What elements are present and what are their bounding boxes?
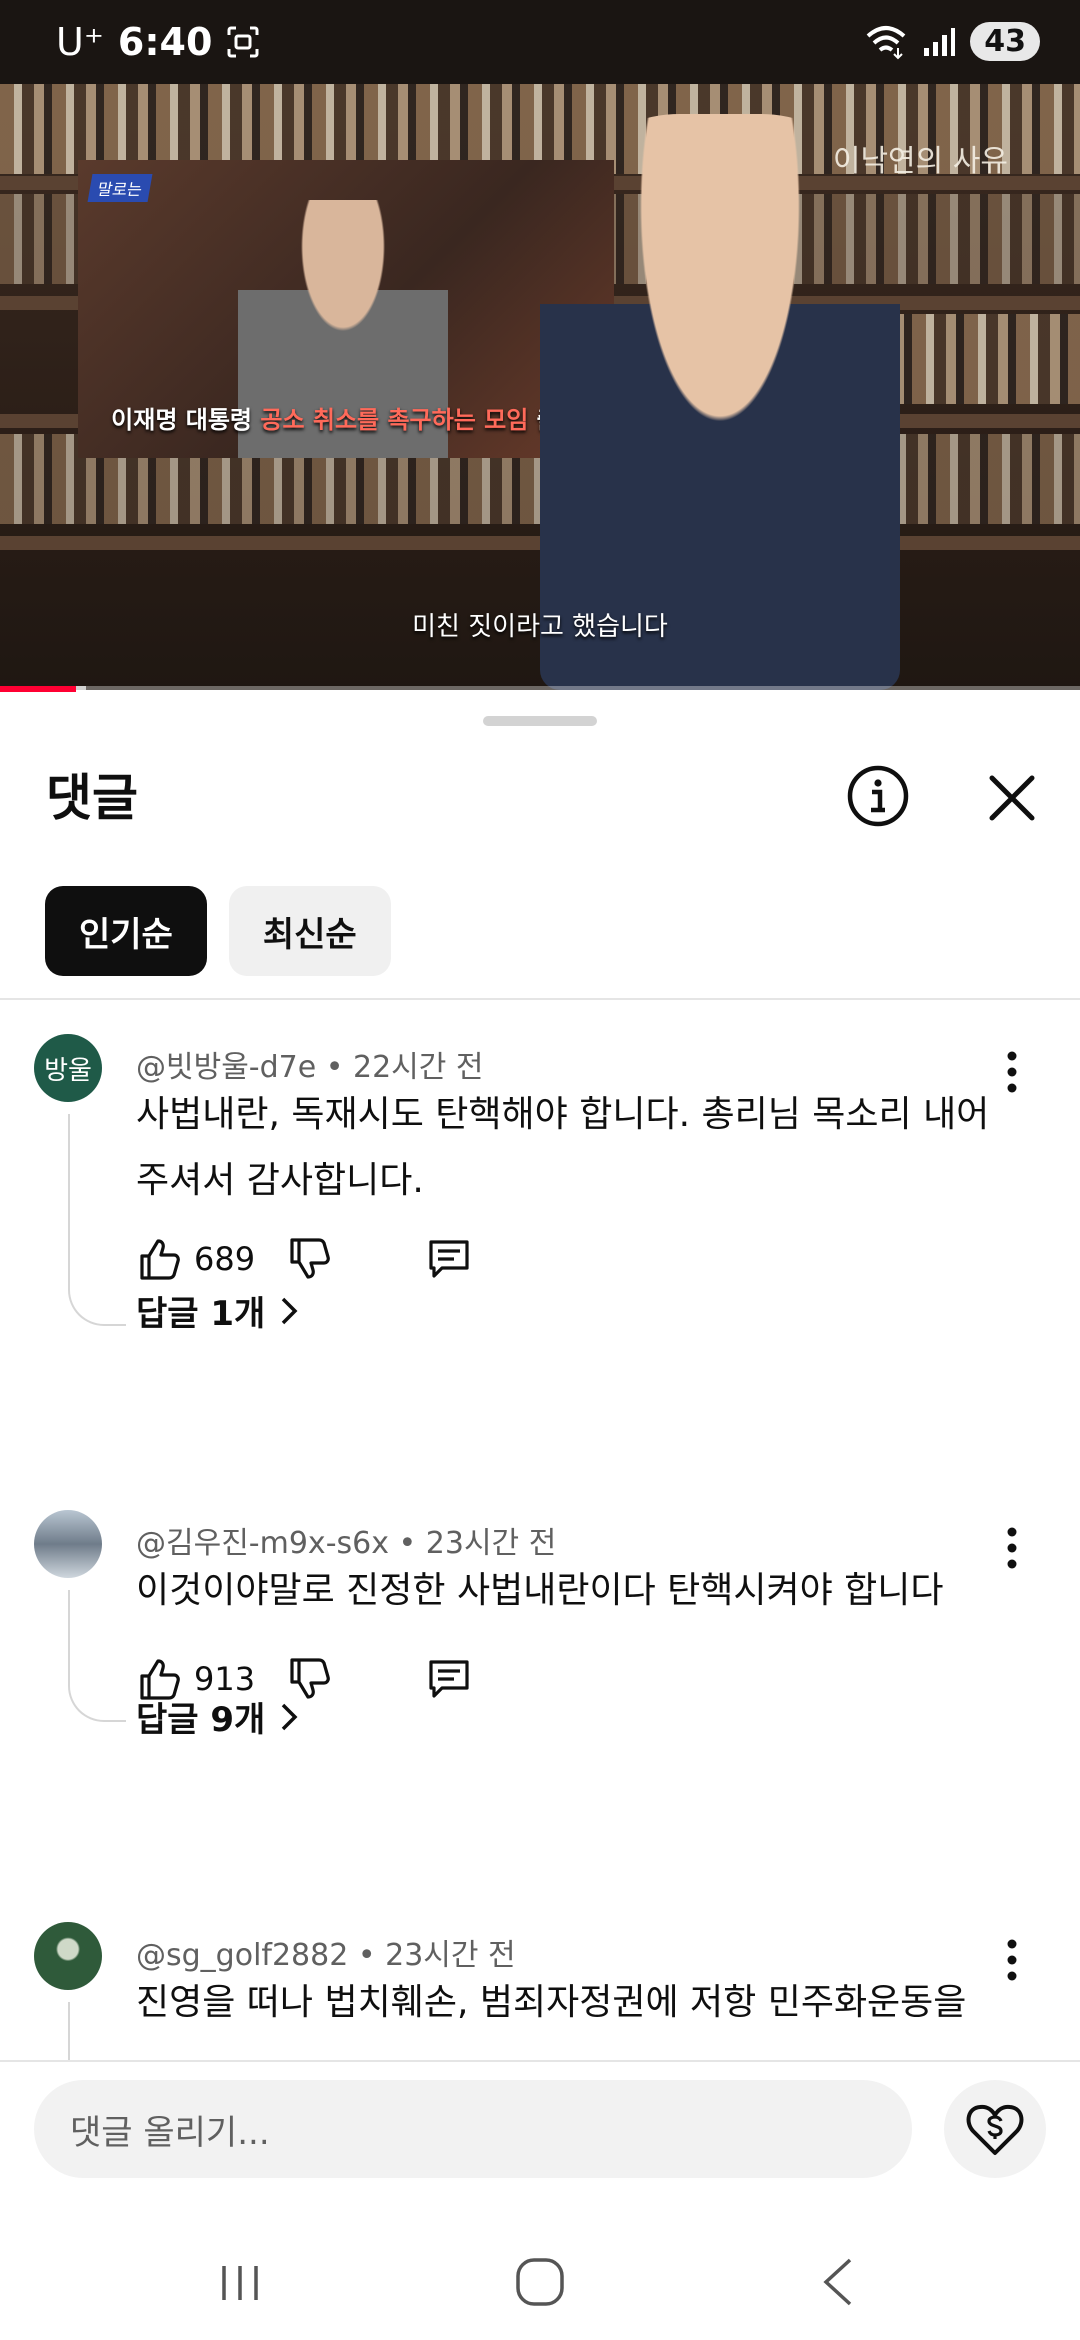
main-speaker-figure: [540, 114, 900, 690]
replies-count: 답글 9개: [136, 1700, 266, 1740]
close-icon[interactable]: [982, 768, 1042, 828]
system-nav-bar: [0, 2200, 1080, 2340]
chevron-right-icon: [282, 1297, 298, 1324]
inset-news-clip: 말로는 이재명 대통령 공소 취소를 촉구하는 모임 출범: [78, 160, 642, 458]
thread-line: [68, 2002, 70, 2062]
thread-line: [68, 1590, 70, 1680]
home-icon[interactable]: [510, 2252, 570, 2312]
heart-dollar-icon: [966, 2104, 1024, 2155]
recent-apps-icon[interactable]: [210, 2252, 270, 2312]
comment-author[interactable]: @김우진-m9x-s6x: [136, 1526, 389, 1561]
video-subtitle: 미친 짓이라고 했습니다: [412, 612, 668, 642]
comments-title: 댓글: [46, 769, 138, 827]
clock: 6:40: [117, 20, 213, 64]
back-icon[interactable]: [810, 2252, 870, 2312]
inset-caption-part1: 이재명 대통령: [111, 406, 261, 434]
like-count: 689: [194, 1240, 256, 1278]
view-replies-link[interactable]: 답글 9개: [136, 1692, 299, 1741]
dislike-icon[interactable]: [284, 1234, 334, 1284]
comment-meta: @김우진-m9x-s6x • 23시간 전: [136, 1518, 556, 1562]
meta-separator: •: [325, 1050, 353, 1085]
meta-separator: •: [357, 1938, 386, 1973]
like-icon[interactable]: [134, 1234, 184, 1284]
avatar[interactable]: 방울: [34, 1034, 102, 1102]
sort-chips: 인기순 최신순: [45, 886, 391, 976]
replies-count: 답글 1개: [136, 1294, 266, 1334]
signal-icon: [924, 27, 956, 56]
comment-actions: 689: [134, 1234, 474, 1284]
composer-divider: [0, 2060, 1080, 2062]
screenshot-icon: [227, 26, 259, 58]
comment-meta: @sg_golf2882 • 23시간 전: [136, 1930, 516, 1974]
thread-curve: [68, 1284, 126, 1326]
comment-author[interactable]: @sg_golf2882: [136, 1938, 348, 1973]
reply-icon[interactable]: [424, 1234, 474, 1284]
comment-text: 이것이야말로 진정한 사법내란이다 탄핵시켜야 합니다: [136, 1570, 944, 1611]
comment-input[interactable]: 댓글 올리기...: [34, 2080, 912, 2178]
comment-input-placeholder: 댓글 올리기...: [70, 2112, 270, 2153]
thread-curve: [68, 1680, 126, 1722]
status-left: U⁺ 6:40: [56, 20, 260, 64]
comment-time: 23시간 전: [385, 1938, 516, 1973]
inset-caption: 이재명 대통령 공소 취소를 촉구하는 모임 출범: [78, 400, 614, 435]
comment-text: 진영을 떠나 법치훼손, 범죄자정권에 저항 민주화운동을: [136, 1982, 967, 2023]
super-thanks-button[interactable]: [944, 2080, 1046, 2178]
view-replies-link[interactable]: 답글 1개: [136, 1286, 299, 1335]
reply-icon[interactable]: [424, 1654, 474, 1704]
thread-line: [68, 1114, 70, 1284]
chevron-right-icon: [282, 1703, 298, 1730]
status-right: 43: [864, 22, 1040, 61]
inset-tag: 말로는: [87, 174, 153, 202]
wifi-icon: [866, 25, 906, 59]
status-bar: U⁺ 6:40 43: [0, 0, 1080, 84]
info-icon[interactable]: [846, 764, 910, 828]
chip-top[interactable]: 인기순: [45, 886, 207, 976]
inset-caption-highlight: 공소 취소를 촉구하는 모임: [260, 406, 529, 434]
comment-time: 22시간 전: [353, 1050, 484, 1085]
drag-handle[interactable]: [483, 716, 597, 726]
divider: [0, 998, 1080, 1000]
comment-author[interactable]: @빗방울-d7e: [136, 1050, 316, 1085]
carrier-label: U⁺: [56, 20, 104, 64]
comment-item: @sg_golf2882 • 23시간 전 진영을 떠나 법치훼손, 범죄자정권…: [0, 1922, 1080, 2062]
comment-time: 23시간 전: [425, 1526, 557, 1561]
comment-meta: @빗방울-d7e • 22시간 전: [136, 1042, 484, 1086]
chip-newest[interactable]: 최신순: [228, 886, 391, 976]
comment-text: 사법내란, 독재시도 탄핵해야 합니다. 총리님 목소리 내어 주셔서 감사합니…: [136, 1094, 990, 1201]
avatar[interactable]: [34, 1510, 102, 1578]
video-player[interactable]: 이낙연의 사유 말로는 이재명 대통령 공소 취소를 촉구하는 모임 출범 미친…: [0, 84, 1080, 690]
meta-separator: •: [398, 1526, 426, 1561]
battery-indicator: 43: [970, 22, 1040, 61]
avatar[interactable]: [34, 1922, 102, 1990]
